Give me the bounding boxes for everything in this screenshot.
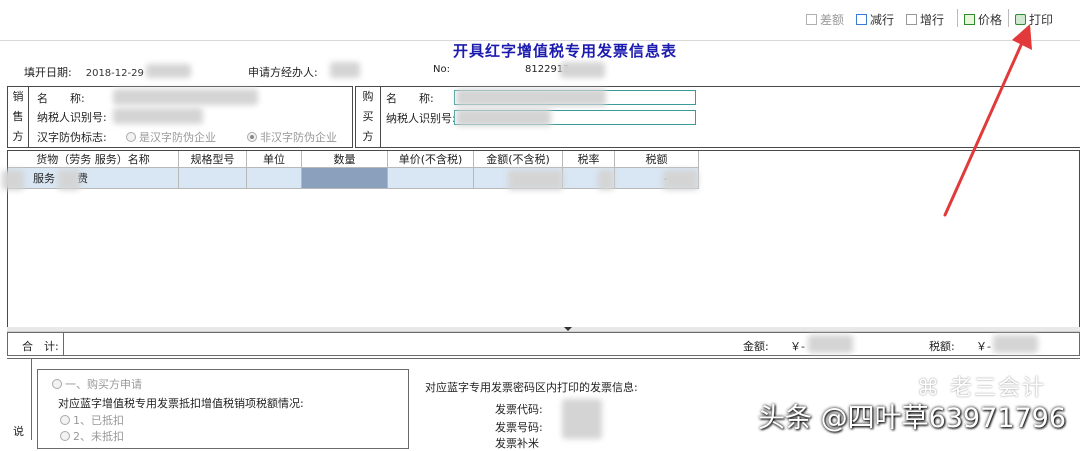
radio-icon	[126, 132, 136, 142]
redacted-area	[456, 89, 606, 106]
radio-icon	[60, 415, 70, 425]
redacted-area	[113, 89, 258, 105]
column-header-amount: 金额(不含税)	[474, 151, 563, 168]
redacted-area	[58, 170, 80, 190]
column-header-tax-rate: 税率	[563, 151, 615, 168]
invoice-number-label: 发票号码:	[495, 421, 543, 434]
radio-selected-icon	[247, 132, 257, 142]
printer-icon	[1015, 13, 1026, 25]
buyer-application-box: 一、购买方申请 对应蓝字增值税专用发票抵扣增值税销项税额情况: 1、已抵扣 2、…	[37, 369, 409, 449]
totals-amount-value: ￥-	[790, 340, 805, 353]
add-row-label: 增行	[920, 12, 945, 27]
print-label: 打印	[1029, 12, 1054, 27]
column-header-unit: 单位	[247, 151, 302, 168]
redacted-area	[2, 170, 24, 190]
seller-name-label: 名 称:	[37, 92, 85, 105]
invoice-code-label: 发票代码:	[495, 403, 543, 416]
blue-invoice-info-label: 对应蓝字专用发票密码区内打印的发票信息:	[425, 381, 638, 394]
add-row-button[interactable]: 增行	[906, 10, 944, 28]
column-header-tax: 税额	[615, 151, 699, 168]
column-header-name: 货物（劳务 服务）名称	[8, 151, 179, 168]
column-header-quantity: 数量	[302, 151, 388, 168]
cell-unit-price[interactable]	[388, 168, 474, 189]
buyer-tax-id-label: 纳税人识别号:	[386, 112, 456, 125]
column-header-spec: 规格型号	[179, 151, 247, 168]
deduction-question: 对应蓝字增值税专用发票抵扣增值税销项税额情况:	[58, 397, 304, 410]
redacted-area	[562, 399, 602, 439]
redacted-area	[598, 170, 614, 190]
totals-row: 合 计: 金额: ￥- 税额: ￥-	[7, 332, 1080, 356]
notes-side-label-cell: 说	[7, 359, 32, 440]
print-button[interactable]: 打印	[1015, 10, 1053, 28]
seller-anti-fake-label: 汉字防伪标志:	[37, 131, 107, 144]
redacted-area	[560, 62, 605, 78]
diff-label: 差额	[820, 12, 845, 27]
delete-row-label: 减行	[870, 12, 895, 27]
cell-quantity[interactable]	[302, 168, 388, 189]
form-title: 开具红字增值税专用发票信息表	[452, 42, 677, 60]
no-label: No:	[433, 64, 450, 75]
buyer-name-label: 名 称:	[386, 92, 434, 105]
redacted-area	[808, 335, 853, 353]
buyer-apply-radio[interactable]: 一、购买方申请	[52, 376, 142, 392]
buyer-box: 购 买 方 名 称: 纳税人识别号:	[355, 86, 1080, 148]
seller-side-label: 销 售 方	[8, 87, 29, 147]
totals-label: 合 计:	[22, 340, 59, 353]
redacted-area	[663, 170, 698, 190]
redacted-area	[330, 62, 360, 78]
redacted-area	[508, 170, 563, 190]
deducted-radio[interactable]: 1、已抵扣	[60, 412, 124, 428]
not-deducted-radio[interactable]: 2、未抵扣	[60, 428, 124, 444]
partial-label: 发票补米	[495, 437, 539, 450]
redacted-area	[993, 335, 1038, 353]
toolbar: 差额 减行 增行 价格 打印	[0, 0, 1080, 38]
redacted-area	[456, 109, 551, 126]
cell-unit[interactable]	[247, 168, 302, 189]
toolbar-separator	[1008, 9, 1009, 27]
notes-side-label: 说	[13, 425, 24, 438]
totals-tax-value: ￥-	[976, 340, 991, 353]
goods-table: 货物（劳务 服务）名称 规格型号 单位 数量 单价(不含税) 金额(不含税) 税…	[2, 150, 1080, 328]
seller-tax-id-label: 纳税人识别号:	[37, 111, 107, 124]
fill-date: 填开日期: 2018-12-29	[24, 64, 144, 80]
totals-label-cell: 合 计:	[8, 333, 64, 355]
seller-box: 销 售 方 名 称: 纳税人识别号: 汉字防伪标志: 是汉字防伪企业 非汉字防伪…	[7, 86, 353, 148]
fill-date-label: 填开日期:	[24, 66, 72, 79]
redacted-area	[113, 108, 203, 124]
column-header-unit-price: 单价(不含税)	[388, 151, 474, 168]
totals-tax-label: 税额:	[929, 340, 955, 353]
anti-fake-yes-radio[interactable]: 是汉字防伪企业	[126, 129, 216, 145]
diff-button[interactable]: 差额	[806, 10, 844, 28]
fill-date-value: 2018-12-29	[85, 68, 144, 79]
add-row-icon	[906, 13, 917, 25]
agent-label: 申请方经办人:	[248, 66, 318, 79]
buyer-side-label: 购 买 方	[356, 87, 381, 147]
delete-row-icon	[856, 13, 867, 25]
cell-spec[interactable]	[179, 168, 247, 189]
radio-icon	[52, 379, 62, 389]
delete-row-button[interactable]: 减行	[856, 10, 894, 28]
credit-watermark: 头条 @四叶草63971796	[757, 403, 1066, 434]
radio-icon	[60, 431, 70, 441]
splitter-arrow-icon	[564, 327, 572, 331]
price-icon	[964, 13, 975, 25]
cell-name[interactable]: 服务 费	[8, 168, 179, 189]
diff-icon	[806, 13, 817, 25]
totals-amount-label: 金额:	[743, 340, 769, 353]
toolbar-separator	[957, 9, 958, 27]
anti-fake-no-radio[interactable]: 非汉字防伪企业	[247, 129, 337, 145]
price-label: 价格	[978, 12, 1003, 27]
redacted-area	[146, 64, 191, 78]
price-button[interactable]: 价格	[964, 10, 1002, 28]
